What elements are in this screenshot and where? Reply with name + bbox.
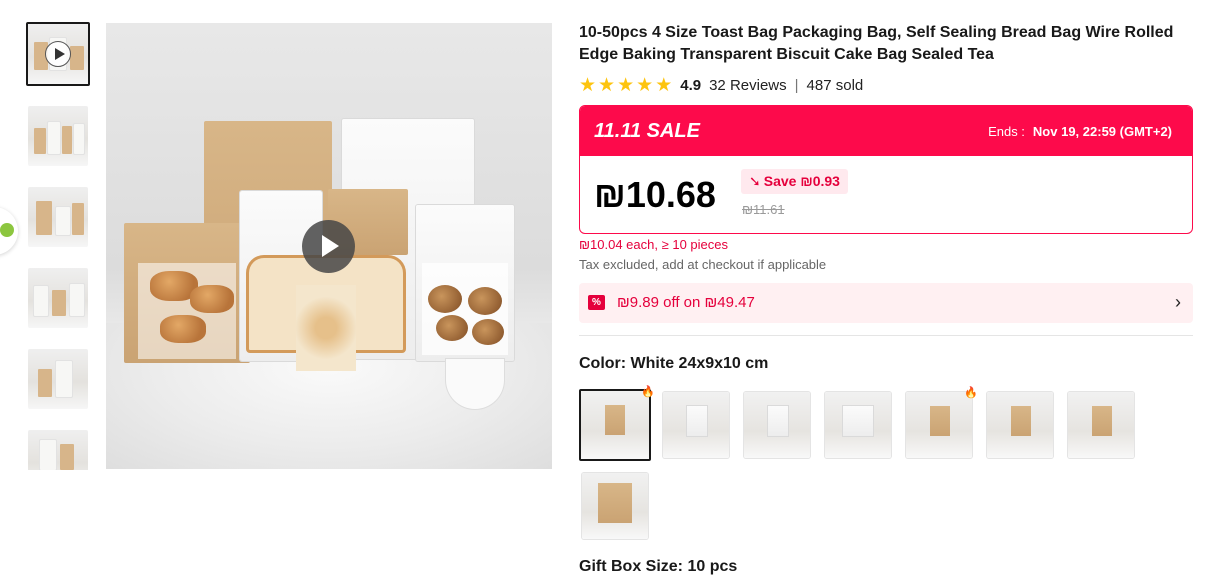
thumb-bag-image [48, 122, 60, 154]
product-info: 10-50pcs 4 Size Toast Bag Packaging Bag,… [579, 22, 1193, 575]
color-option[interactable] [582, 473, 648, 539]
color-option[interactable] [825, 392, 891, 458]
coupon-banner[interactable]: % ₪9.89 off on ₪49.47 › [579, 283, 1193, 323]
croissant-image [160, 315, 206, 343]
color-option[interactable]: 🔥 [906, 387, 978, 458]
rating-value: 4.9 [680, 76, 702, 94]
swatch-bag-image [1092, 406, 1112, 436]
gift-box-size-label: Gift Box Size: 10 pcs [579, 558, 738, 575]
color-option[interactable] [663, 392, 729, 458]
thumbnail-video[interactable] [26, 22, 90, 86]
star-icon: ★ [655, 74, 673, 96]
product-page: 10-50pcs 4 Size Toast Bag Packaging Bag,… [0, 0, 1205, 578]
separator: | [794, 76, 799, 94]
swatch-bag-image [1011, 406, 1031, 436]
thumb-bag-image [60, 444, 74, 470]
tax-note: Tax excluded, add at checkout if applica… [579, 257, 827, 272]
reviews-link[interactable]: 32 Reviews [709, 77, 787, 94]
thumbnail-image[interactable] [28, 349, 88, 409]
coupon-text: ₪9.89 off on ₪49.47 [617, 294, 755, 311]
thumb-bag-image [34, 128, 46, 154]
sale-ends-value: Nov 19, 22:59 (GMT+2) [1032, 123, 1172, 139]
bread-roll-image [436, 315, 468, 341]
rating-row[interactable]: ★ ★ ★ ★ ★ 4.9 32 Reviews | 487 sold [579, 73, 1193, 97]
hot-icon: 🔥 [641, 386, 655, 398]
thumbnail-image[interactable] [28, 430, 88, 470]
percent-coupon-icon: % [588, 295, 605, 310]
color-option[interactable] [987, 392, 1053, 458]
play-icon [45, 41, 71, 67]
thumbnail-image[interactable] [28, 187, 88, 247]
hot-icon: 🔥 [964, 387, 978, 399]
color-label: Color: White 24x9x10 cm [579, 355, 769, 372]
sale-ends: Ends : Nov 19, 22:59 (GMT+2) [988, 124, 1172, 139]
thumb-bag-image [56, 207, 70, 235]
swatch-bag-image [768, 406, 788, 436]
thumb-bag-image [34, 286, 48, 316]
star-icon: ★ [636, 74, 654, 96]
cookie-bag-image [296, 285, 356, 371]
thumb-bag-image [72, 203, 84, 235]
divider [579, 335, 1193, 336]
product-title: 10-50pcs 4 Size Toast Bag Packaging Bag,… [579, 24, 1174, 63]
color-option[interactable] [1068, 392, 1134, 458]
thumb-bag-image [56, 361, 72, 397]
bread-roll-image [428, 285, 462, 313]
save-amount: Save ₪0.93 [763, 173, 840, 189]
thumbnail-strip[interactable] [26, 22, 92, 470]
floating-side-button[interactable] [0, 207, 18, 255]
save-badge: ➘ Save ₪0.93 [741, 169, 848, 194]
play-icon[interactable] [302, 220, 355, 273]
tier-price-note: ₪10.04 each, ≥ 10 pieces [579, 237, 728, 252]
star-icon: ★ [617, 74, 635, 96]
down-arrow-icon: ➘ [749, 173, 761, 189]
thumb-bag-image [38, 369, 52, 397]
thumbnail-image[interactable] [28, 106, 88, 166]
sale-ends-label: Ends : [988, 123, 1025, 139]
thumb-bag-image [52, 290, 66, 316]
price-row: ₪10.68 ➘ Save ₪0.93 ₪11.61 [580, 156, 1192, 233]
bread-roll-image [468, 287, 502, 315]
current-price: ₪10.68 [594, 174, 716, 215]
swatch-bag-image [605, 405, 625, 435]
star-icon: ★ [579, 74, 597, 96]
swatch-bag-image [598, 483, 632, 523]
thumb-bag-image [40, 440, 56, 470]
main-product-image[interactable] [106, 23, 552, 469]
croissant-image [190, 285, 234, 313]
sale-price-box: 11.11 SALE Ends : Nov 19, 22:59 (GMT+2) ₪… [579, 105, 1193, 234]
color-option-selected[interactable]: 🔥 [579, 386, 655, 461]
original-price: ₪11.61 [742, 202, 785, 217]
thumb-bag-image [70, 46, 84, 70]
swatch-bag-image [843, 406, 873, 436]
chevron-right-icon[interactable]: › [1175, 292, 1181, 313]
color-swatches: 🔥 🔥 [579, 386, 1193, 541]
thumb-bag-image [70, 284, 84, 316]
star-icon: ★ [598, 74, 616, 96]
star-rating: ★ ★ ★ ★ ★ [579, 76, 672, 95]
thumb-bag-image [62, 126, 72, 154]
leaf-icon [0, 223, 14, 237]
bread-roll-image [472, 319, 504, 345]
thumbnail-image[interactable] [28, 268, 88, 328]
sale-banner: 11.11 SALE Ends : Nov 19, 22:59 (GMT+2) [580, 106, 1192, 156]
thumb-bag-image [36, 201, 52, 235]
sold-count: 487 sold [806, 76, 864, 94]
thumb-bag-image [74, 124, 84, 154]
color-option[interactable] [744, 392, 810, 458]
swatch-bag-image [930, 406, 950, 436]
sale-label: 11.11 SALE [594, 119, 700, 142]
swatch-bag-image [687, 406, 707, 436]
